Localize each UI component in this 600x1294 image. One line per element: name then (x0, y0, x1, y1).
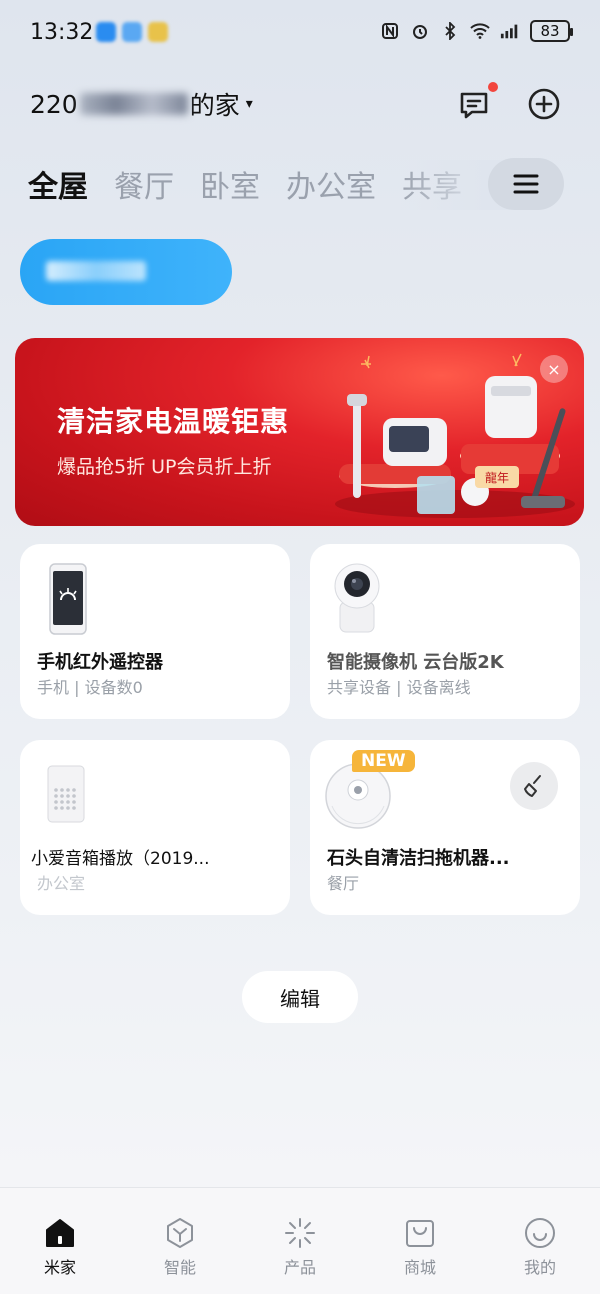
speaker-device-icon (47, 765, 85, 823)
quick-clean-button[interactable] (510, 762, 558, 810)
status-time: 13:32 (30, 20, 94, 45)
smart-icon (167, 1218, 193, 1248)
broom-icon (524, 775, 541, 797)
device-status: 共享设备 | 设备离线 (327, 678, 471, 697)
signal-icon (500, 21, 520, 41)
nav-profile[interactable]: 我的 (480, 1188, 600, 1294)
room-menu-button[interactable] (488, 158, 564, 210)
scene-shortcut[interactable] (20, 239, 232, 305)
device-name: 石头自清洁扫拖机器... (327, 848, 510, 869)
promo-banner[interactable]: 清洁家电温暖钜惠 爆品抢5折 UP会员折上折 龍年 (15, 338, 584, 526)
phone-device-icon (49, 563, 87, 635)
status-indicators: 83 (380, 20, 573, 42)
add-button[interactable] (526, 86, 562, 122)
app-notification-icon (148, 22, 168, 42)
profile-icon (525, 1218, 555, 1248)
nav-label: 产品 (283, 1258, 316, 1277)
device-card-robot-vacuum[interactable]: NEW 石头自清洁扫拖机器... 餐厅 (310, 740, 580, 915)
device-card-camera[interactable]: 智能摄像机 云台版2K 共享设备 | 设备离线 (310, 544, 580, 719)
new-badge: NEW (352, 750, 415, 772)
nav-label: 智能 (163, 1258, 196, 1277)
tab-all-rooms[interactable]: 全屋 (28, 162, 88, 208)
device-status: 餐厅 (327, 874, 360, 893)
message-icon (460, 92, 488, 119)
notification-dot (488, 82, 498, 92)
edit-button[interactable]: 编辑 (242, 971, 358, 1023)
status-bar: 13:32 83 (0, 0, 600, 70)
nfc-icon (380, 21, 400, 41)
menu-icon (513, 174, 539, 194)
shop-icon (406, 1220, 434, 1247)
app-notification-icon (122, 22, 142, 42)
home-name-prefix: 220 (30, 89, 78, 119)
nav-label: 我的 (523, 1258, 556, 1277)
device-name: 小爱音箱播放（2019... (31, 849, 210, 869)
nav-shop[interactable]: 商城 (360, 1188, 480, 1294)
home-icon (46, 1219, 74, 1247)
message-button[interactable] (456, 86, 492, 122)
device-card-ir-remote[interactable]: 手机红外遥控器 手机 | 设备数0 (20, 544, 290, 719)
tab-bedroom[interactable]: 卧室 (200, 162, 260, 208)
home-name-redacted (79, 93, 188, 115)
battery-indicator: 83 (530, 20, 573, 42)
wifi-icon (470, 21, 490, 41)
nav-label: 米家 (43, 1258, 76, 1277)
app-notification-icon (96, 22, 116, 42)
nav-product[interactable]: 产品 (240, 1188, 360, 1294)
tab-office[interactable]: 办公室 (286, 162, 376, 208)
device-name: 智能摄像机 云台版2K (327, 652, 504, 673)
nav-home[interactable]: 米家 (0, 1188, 120, 1294)
device-status: 办公室 (37, 874, 86, 893)
svg-text:龍年: 龍年 (485, 470, 509, 485)
nav-label: 商城 (403, 1258, 436, 1277)
banner-close-button[interactable]: × (540, 355, 568, 383)
status-app-icons (96, 22, 168, 42)
plus-circle-icon (528, 88, 560, 120)
banner-title: 清洁家电温暖钜惠 (57, 405, 290, 438)
product-icon (285, 1218, 315, 1248)
chevron-down-icon: ▾ (245, 96, 253, 112)
camera-device-icon (334, 563, 380, 633)
bottom-nav: 米家 智能 产品 商城 我的 (0, 1187, 600, 1294)
device-name: 手机红外遥控器 (37, 652, 163, 673)
device-status: 手机 | 设备数0 (37, 678, 143, 697)
alarm-icon (410, 21, 430, 41)
scene-label-redacted (46, 261, 146, 281)
device-card-speaker[interactable]: 小爱音箱播放（2019... 办公室 (20, 740, 290, 915)
banner-subtitle: 爆品抢5折 UP会员折上折 (57, 456, 272, 478)
home-selector[interactable]: 220 的家 ▾ (30, 86, 253, 122)
bluetooth-icon (440, 21, 460, 41)
nav-smart[interactable]: 智能 (120, 1188, 240, 1294)
home-name-suffix: 的家 (189, 91, 240, 120)
tab-dining-room[interactable]: 餐厅 (114, 162, 174, 208)
